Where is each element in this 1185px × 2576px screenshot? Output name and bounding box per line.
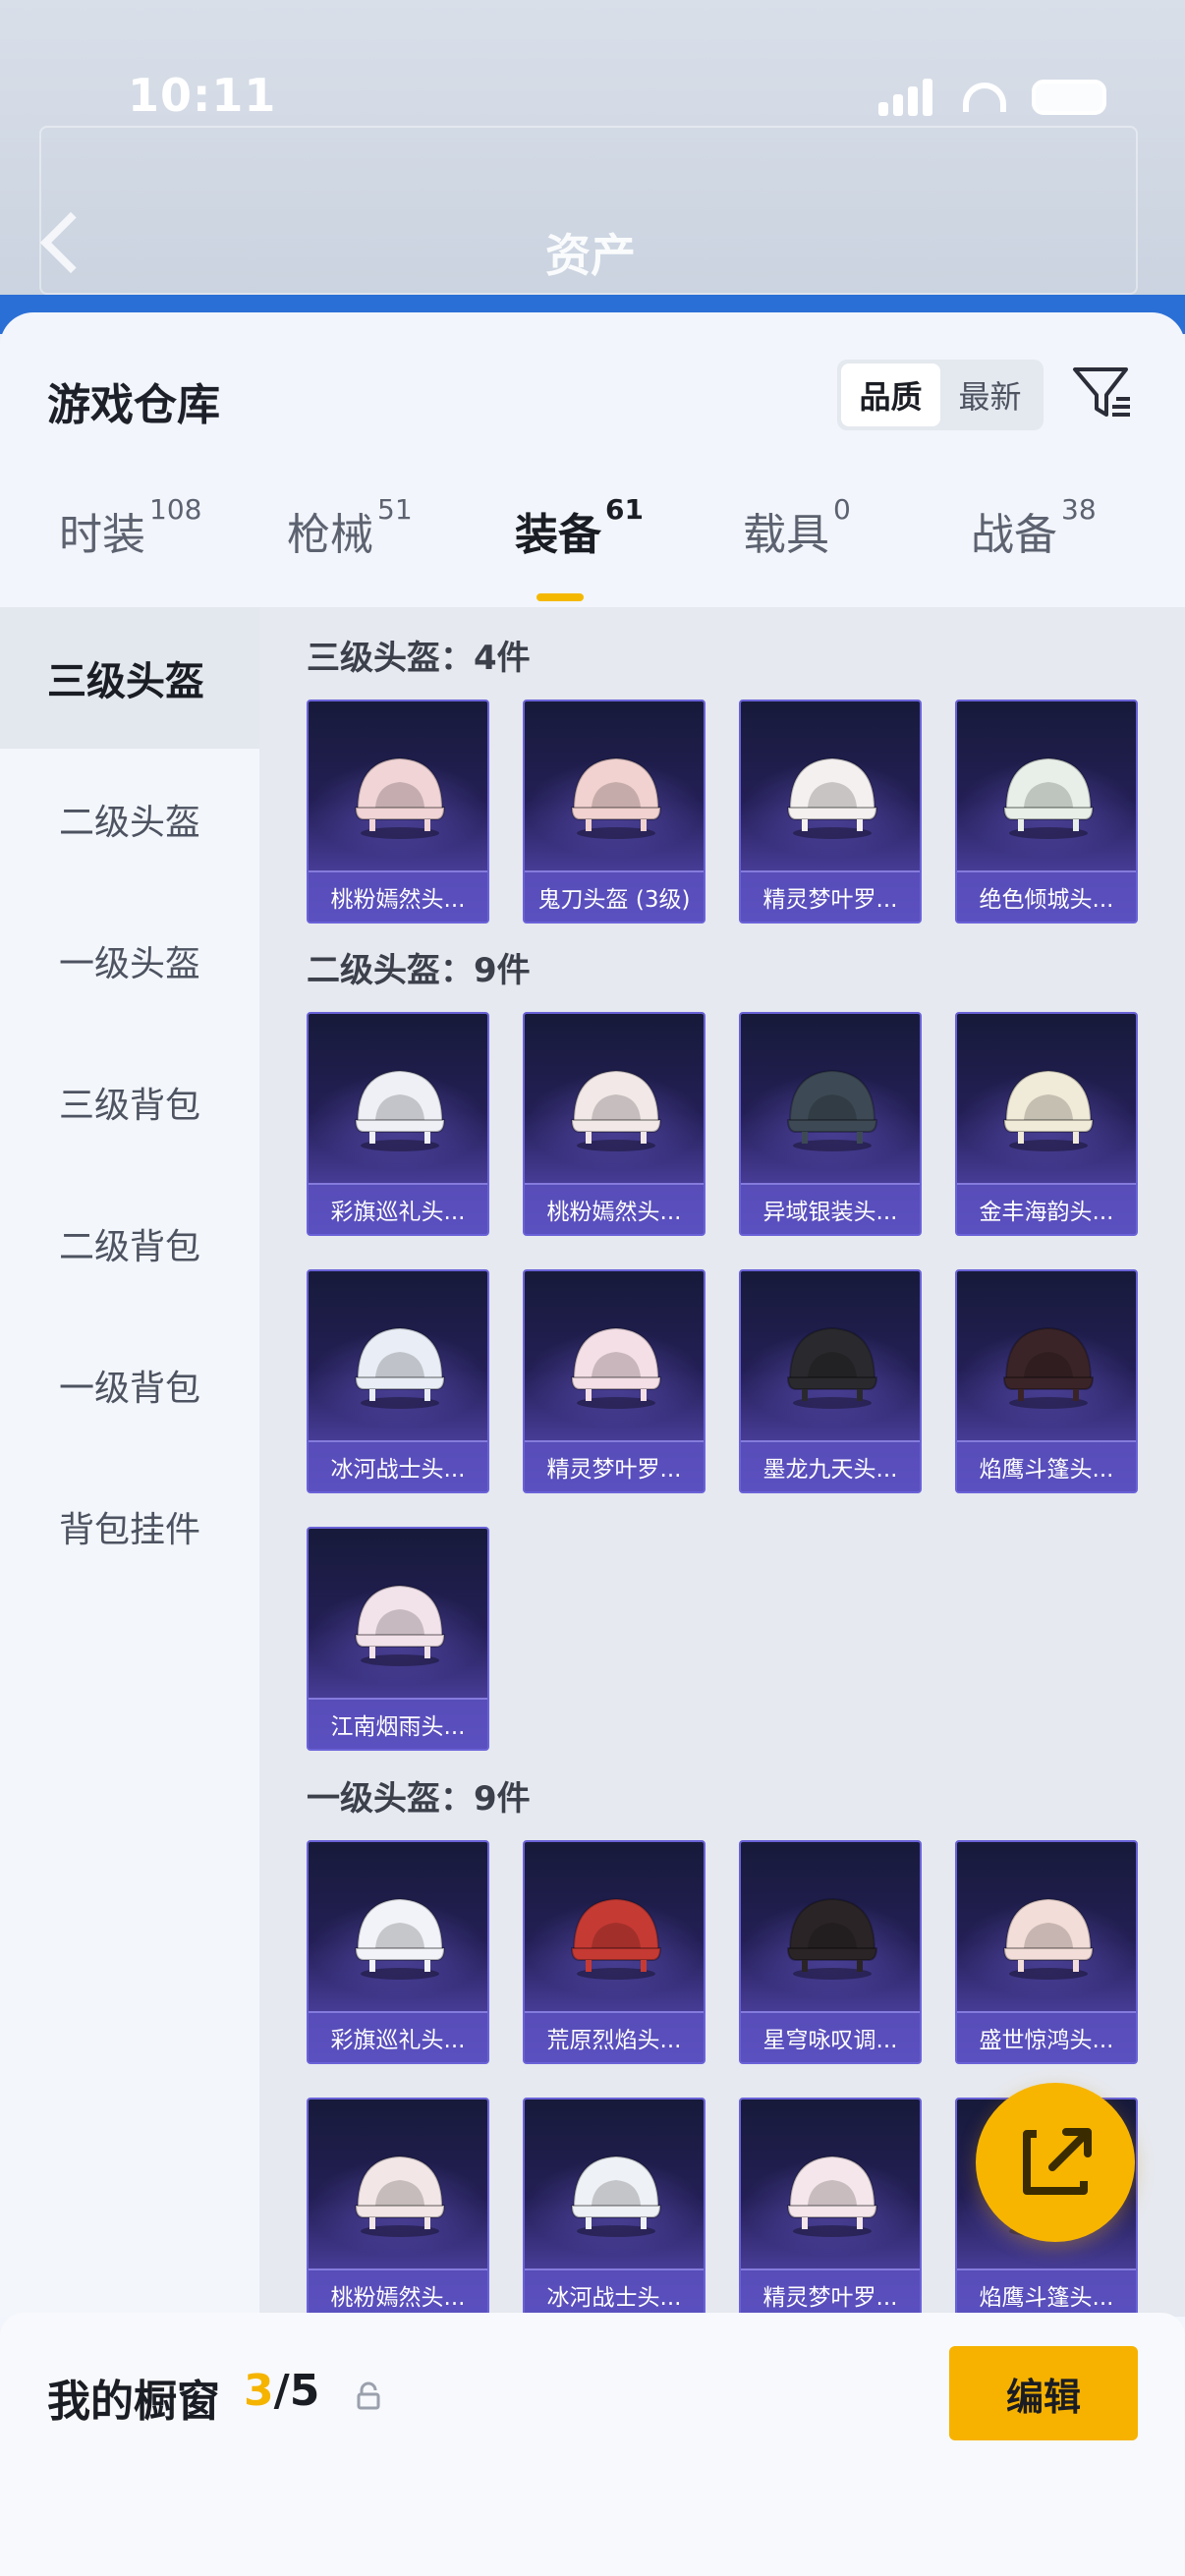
side-menu: 三级头盔 二级头盔 一级头盔 三级背包 二级背包 一级背包 背包挂件 — [0, 607, 259, 2317]
sort-toggle: 品质 最新 — [837, 360, 1044, 430]
helmet-item-name: 绝色倾城头... — [957, 870, 1136, 922]
helmet-item-name: 桃粉嫣然头... — [309, 870, 487, 922]
lock-icon — [357, 2381, 380, 2410]
helmet-item-card[interactable]: 焰鹰斗篷头... — [955, 1269, 1138, 1493]
wifi-icon — [963, 83, 1006, 112]
helmet-item-name: 精灵梦叶罗... — [741, 870, 920, 922]
helmet-item-card[interactable]: 江南烟雨头... — [307, 1527, 489, 1751]
sheet-title: 游戏仓库 — [47, 380, 220, 430]
tab-guns[interactable]: 枪械51 — [287, 493, 413, 562]
helmet-item-card[interactable]: 异域银装头... — [739, 1012, 922, 1236]
tab-fashion[interactable]: 时装108 — [59, 493, 201, 562]
helmet-item-card[interactable]: 冰河战士头... — [523, 2098, 705, 2317]
helmet-item-name: 墨龙九天头... — [741, 1440, 920, 1491]
active-tab-indicator — [536, 593, 584, 601]
side-item-level3-backpack[interactable]: 三级背包 — [0, 1032, 259, 1173]
side-item-level3-helmet[interactable]: 三级头盔 — [0, 607, 259, 749]
helmet-item-card[interactable]: 桃粉嫣然头... — [307, 2098, 489, 2317]
share-button[interactable] — [976, 2083, 1135, 2242]
warehouse-sheet: 游戏仓库 品质 最新 时装108 枪械51 装备61 载具0 战备38 三级头盔… — [0, 312, 1185, 2576]
helmet-icon — [354, 756, 446, 839]
helmet-icon — [354, 1584, 446, 1666]
helmet-icon — [786, 756, 878, 839]
helmet-item-card[interactable]: 桃粉嫣然头... — [307, 700, 489, 924]
helmet-item-card[interactable]: 绝色倾城头... — [955, 700, 1138, 924]
helmet-icon — [354, 1897, 446, 1980]
helmet-icon — [570, 2155, 662, 2237]
helmet-icon — [786, 1069, 878, 1151]
helmet-icon — [354, 1069, 446, 1151]
helmet-item-card[interactable]: 桃粉嫣然头... — [523, 1012, 705, 1236]
helmet-item-name: 彩旗巡礼头... — [309, 1183, 487, 1234]
side-item-backpack-charm[interactable]: 背包挂件 — [0, 1456, 259, 1597]
tab-combat-gear[interactable]: 战备38 — [971, 493, 1097, 562]
sort-quality-button[interactable]: 品质 — [841, 364, 940, 426]
category-tabs: 时装108 枪械51 装备61 载具0 战备38 — [0, 493, 1185, 607]
side-item-level2-backpack[interactable]: 二级背包 — [0, 1173, 259, 1315]
helmet-item-name: 冰河战士头... — [525, 2268, 704, 2317]
helmet-item-card[interactable]: 彩旗巡礼头... — [307, 1012, 489, 1236]
helmet-item-card[interactable]: 冰河战士头... — [307, 1269, 489, 1493]
edit-button[interactable]: 编辑 — [949, 2346, 1138, 2440]
page-title: 资产 — [545, 229, 636, 282]
helmet-icon — [1002, 1069, 1095, 1151]
helmet-item-name: 彩旗巡礼头... — [309, 2011, 487, 2062]
helmet-icon — [354, 1326, 446, 1409]
sort-newest-button[interactable]: 最新 — [940, 364, 1040, 426]
helmet-item-card[interactable]: 精灵梦叶罗... — [739, 700, 922, 924]
side-item-level1-backpack[interactable]: 一级背包 — [0, 1315, 259, 1456]
helmet-icon — [570, 1897, 662, 1980]
helmet-icon — [786, 1326, 878, 1409]
helmet-icon — [570, 1069, 662, 1151]
helmet-item-card[interactable]: 精灵梦叶罗... — [739, 2098, 922, 2317]
helmet-item-name: 焰鹰斗篷头... — [957, 2268, 1136, 2317]
helmet-icon — [354, 2155, 446, 2237]
helmet-icon — [1002, 1326, 1095, 1409]
tab-equipment[interactable]: 装备61 — [515, 493, 644, 562]
section-heading: 二级头盔：9件 — [307, 951, 531, 990]
helmet-item-name: 桃粉嫣然头... — [309, 2268, 487, 2317]
helmet-item-card[interactable]: 鬼刀头盔 (3级) — [523, 700, 705, 924]
showcase-label: 我的橱窗 — [47, 2377, 220, 2427]
helmet-item-card[interactable]: 墨龙九天头... — [739, 1269, 922, 1493]
helmet-item-name: 焰鹰斗篷头... — [957, 1440, 1136, 1491]
helmet-item-card[interactable]: 精灵梦叶罗... — [523, 1269, 705, 1493]
section-heading: 一级头盔：9件 — [307, 1779, 531, 1819]
helmet-item-name: 冰河战士头... — [309, 1440, 487, 1491]
helmet-item-name: 星穹咏叹调... — [741, 2011, 920, 2062]
helmet-item-card[interactable]: 盛世惊鸿头... — [955, 1840, 1138, 2064]
signal-icon — [878, 79, 937, 116]
helmet-item-name: 鬼刀头盔 (3级) — [525, 870, 704, 922]
helmet-item-name: 异域银装头... — [741, 1183, 920, 1234]
helmet-item-card[interactable]: 彩旗巡礼头... — [307, 1840, 489, 2064]
helmet-item-name: 盛世惊鸿头... — [957, 2011, 1136, 2062]
helmet-item-name: 桃粉嫣然头... — [525, 1183, 704, 1234]
helmet-icon — [570, 1326, 662, 1409]
helmet-item-card[interactable]: 金丰海韵头... — [955, 1012, 1138, 1236]
helmet-item-card[interactable]: 星穹咏叹调... — [739, 1840, 922, 2064]
showcase-bar: 我的橱窗 3/5 编辑 — [0, 2313, 1185, 2576]
side-item-level2-helmet[interactable]: 二级头盔 — [0, 749, 259, 890]
helmet-icon — [570, 756, 662, 839]
section-heading: 三级头盔：4件 — [307, 639, 531, 678]
helmet-item-card[interactable]: 荒原烈焰头... — [523, 1840, 705, 2064]
side-item-level1-helmet[interactable]: 一级头盔 — [0, 890, 259, 1032]
status-icons — [878, 79, 1106, 116]
share-icon — [1023, 2128, 1092, 2195]
tab-vehicles[interactable]: 载具0 — [743, 493, 851, 562]
helmet-icon — [1002, 1897, 1095, 1980]
item-grid: 三级头盔：4件 二级头盔：9件 一级头盔：9件 桃粉嫣然头... 鬼刀头盔 (3级… — [259, 607, 1185, 2317]
filter-icon[interactable] — [1071, 362, 1134, 424]
helmet-icon — [786, 2155, 878, 2237]
helmet-item-name: 江南烟雨头... — [309, 1698, 487, 1749]
helmet-icon — [786, 1897, 878, 1980]
helmet-item-name: 荒原烈焰头... — [525, 2011, 704, 2062]
helmet-icon — [1002, 756, 1095, 839]
status-time: 10:11 — [128, 69, 277, 122]
battery-icon — [1032, 80, 1106, 115]
showcase-count: 3/5 — [244, 2366, 320, 2416]
helmet-item-name: 精灵梦叶罗... — [741, 2268, 920, 2317]
helmet-item-name: 精灵梦叶罗... — [525, 1440, 704, 1491]
helmet-item-name: 金丰海韵头... — [957, 1183, 1136, 1234]
